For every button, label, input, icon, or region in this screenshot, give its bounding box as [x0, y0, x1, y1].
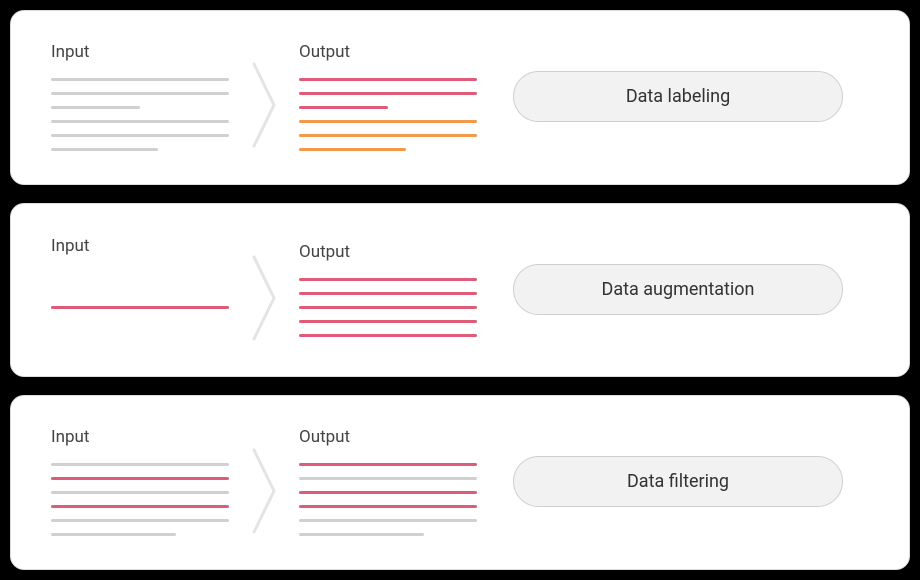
data-line	[299, 292, 477, 295]
data-line	[51, 120, 229, 123]
data-line	[299, 491, 477, 494]
data-line	[299, 477, 477, 480]
chevron-right-icon	[229, 226, 299, 353]
data-line	[299, 505, 477, 508]
output-column: Output	[299, 242, 477, 337]
pill-data-augmentation: Data augmentation	[513, 264, 843, 315]
data-line	[299, 78, 477, 81]
input-label: Input	[51, 42, 229, 62]
output-lines	[299, 278, 477, 337]
data-line	[51, 134, 229, 137]
input-lines	[51, 463, 229, 536]
output-label: Output	[299, 42, 477, 62]
data-line	[51, 463, 229, 466]
input-column: Input	[51, 427, 229, 536]
output-lines	[299, 78, 477, 151]
input-lines	[51, 78, 229, 151]
data-line	[299, 106, 388, 109]
data-line	[299, 278, 477, 281]
data-line	[299, 519, 477, 522]
data-line	[299, 148, 406, 151]
output-label: Output	[299, 242, 477, 262]
pill-data-labeling: Data labeling	[513, 71, 843, 122]
data-line	[299, 92, 477, 95]
data-line	[51, 92, 229, 95]
input-column: Input	[51, 42, 229, 151]
data-line	[51, 306, 229, 309]
data-line	[299, 533, 424, 536]
pill-data-filtering: Data filtering	[513, 456, 843, 507]
data-line	[51, 106, 140, 109]
panel-data-labeling: Input Output Data labeling	[10, 10, 910, 185]
data-line	[299, 463, 477, 466]
output-lines	[299, 463, 477, 536]
data-line	[51, 533, 176, 536]
data-line	[51, 148, 158, 151]
chevron-right-icon	[229, 33, 299, 160]
output-label: Output	[299, 427, 477, 447]
data-line	[51, 78, 229, 81]
input-column: Input	[51, 236, 229, 342]
data-line	[51, 491, 229, 494]
input-label: Input	[51, 236, 229, 256]
panel-data-augmentation: Input Output Data augmentation	[10, 203, 910, 378]
data-line	[299, 134, 477, 137]
data-line	[299, 334, 477, 337]
data-line	[51, 477, 229, 480]
data-line	[299, 306, 477, 309]
chevron-right-icon	[229, 418, 299, 545]
output-column: Output	[299, 42, 477, 151]
data-line	[51, 519, 229, 522]
input-label: Input	[51, 427, 229, 447]
data-line	[51, 505, 229, 508]
data-line	[299, 320, 477, 323]
output-column: Output	[299, 427, 477, 536]
input-lines	[51, 272, 229, 342]
data-line	[299, 120, 477, 123]
panel-data-filtering: Input Output Data filtering	[10, 395, 910, 570]
